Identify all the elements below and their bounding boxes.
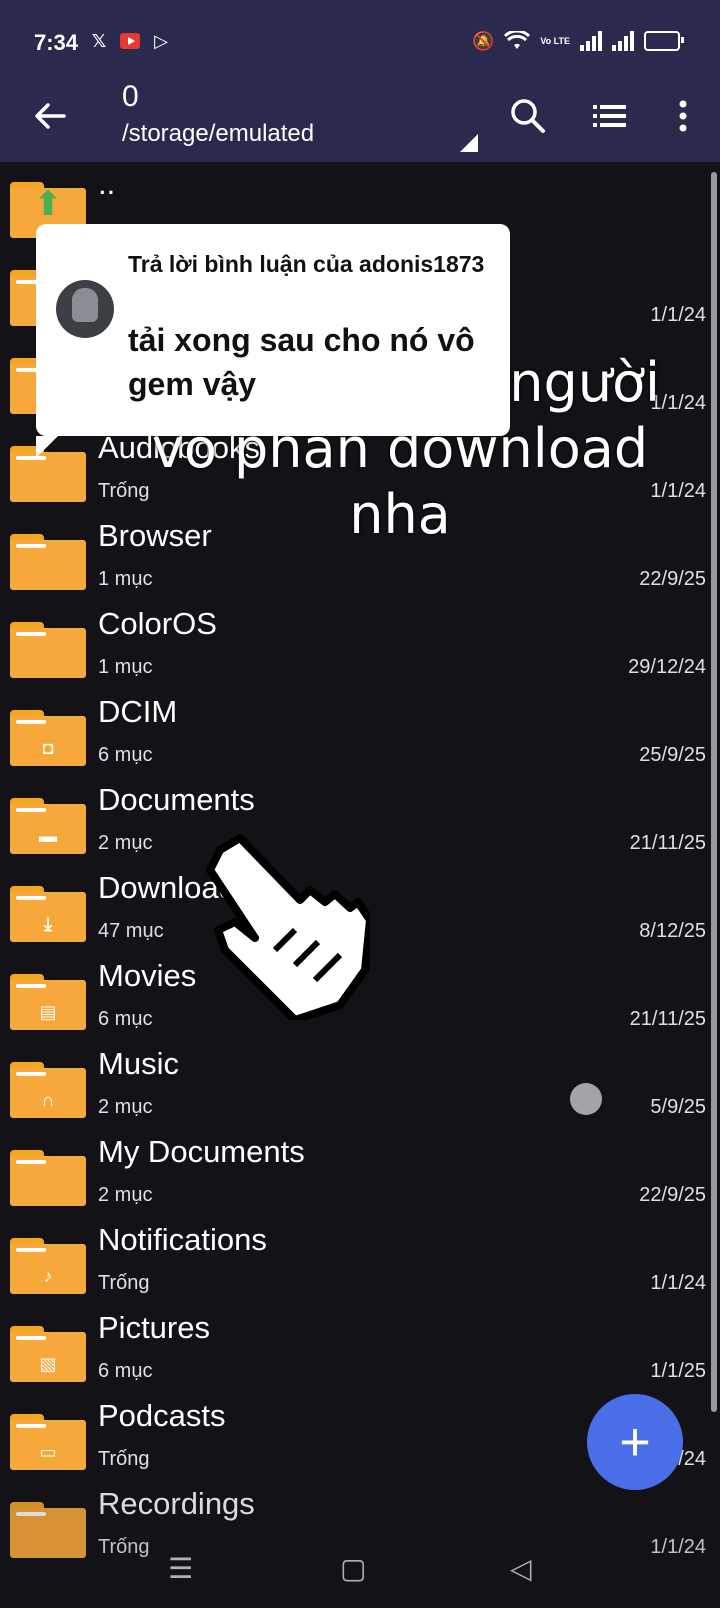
bell-icon: ♪ (43, 1265, 53, 1286)
wifi-icon (504, 31, 531, 49)
status-left-icons: 𝕏 ▷ (88, 30, 172, 52)
current-path[interactable]: /storage/emulated (122, 120, 314, 148)
signal-icon (612, 31, 634, 51)
file-date: 25/9/25 (639, 744, 706, 766)
file-name: Documents (98, 782, 255, 817)
file-name: My Documents (98, 1134, 305, 1169)
list-view-icon[interactable] (590, 96, 630, 136)
avatar (56, 280, 114, 338)
file-item-count: 6 mục (98, 1360, 153, 1382)
list-item[interactable]: ColorOS 1 mục 29/12/24 (0, 602, 710, 692)
file-item-count: 2 mục (98, 832, 153, 854)
list-item[interactable]: My Documents 2 mục 22/9/25 (0, 1130, 710, 1220)
file-name: Movies (98, 958, 197, 993)
status-bar: 7:34 𝕏 ▷ 🔕 Vo LTE (0, 0, 720, 80)
file-date: 29/12/24 (628, 656, 706, 678)
file-date: 5/9/25 (650, 1096, 706, 1118)
mute-icon: 🔕 (472, 30, 495, 51)
folder-icon: ▬ (10, 798, 86, 854)
battery-icon (644, 31, 684, 51)
list-item[interactable]: ▧ Pictures 6 mục 1/1/25 (0, 1306, 710, 1396)
status-time: 7:34 (34, 30, 79, 55)
selection-count: 0 (122, 80, 139, 113)
hand-pointer-icon (206, 834, 370, 1020)
file-date: 8/12/25 (639, 920, 706, 942)
list-item[interactable]: ♪ Notifications Trống 1/1/24 (0, 1218, 710, 1308)
list-item[interactable]: ∩ Music 2 mục 5/9/25 (0, 1042, 710, 1132)
comment-reply-bubble: Trả lời bình luận của adonis1873 tải xon… (36, 224, 510, 458)
more-options-icon[interactable] (668, 96, 698, 136)
file-date: 1/1/24 (650, 1272, 706, 1294)
chat-icon: ▭ (39, 1441, 57, 1462)
file-item-count: 1 mục (98, 656, 153, 678)
file-date: 22/9/25 (639, 568, 706, 590)
file-date: 1/1/25 (650, 1360, 706, 1382)
folder-icon (10, 1150, 86, 1206)
clapper-icon: ▤ (39, 1001, 57, 1022)
up-arrow-icon: ⬆ (33, 185, 63, 223)
file-item-count: 6 mục (98, 744, 153, 766)
touch-indicator (570, 1083, 602, 1115)
file-date: 22/9/25 (639, 1184, 706, 1206)
scrollbar[interactable] (711, 172, 717, 1412)
camera-icon: ◘ (42, 737, 54, 758)
folder-icon: ◘ (10, 710, 86, 766)
file-item-count: 47 mục (98, 920, 164, 942)
list-item[interactable]: ◘ DCIM 6 mục 25/9/25 (0, 690, 710, 780)
download-icon: ⤓ (44, 913, 52, 934)
folder-icon (10, 534, 86, 590)
file-date: 21/11/25 (629, 1008, 706, 1030)
file-name: ColorOS (98, 606, 217, 641)
file-name: Recordings (98, 1486, 255, 1521)
search-icon[interactable] (508, 96, 548, 136)
headphones-icon: ∩ (41, 1089, 55, 1110)
comment-body: tải xong sau cho nó vô gem vậy (128, 322, 475, 402)
file-item-count: Trống (98, 1448, 150, 1470)
file-name: Music (98, 1046, 179, 1081)
file-item-count: 2 mục (98, 1184, 153, 1206)
file-date: 21/11/25 (629, 832, 706, 854)
home-icon[interactable]: ▢ (340, 1552, 366, 1585)
nav-bar: ☰ ▢ ◁ (0, 1540, 720, 1608)
file-name: Pictures (98, 1310, 210, 1345)
x-icon: 𝕏 (91, 30, 107, 51)
youtube-icon (120, 33, 140, 49)
file-name: DCIM (98, 694, 178, 729)
add-button[interactable]: + (587, 1394, 683, 1490)
file-item-count: 2 mục (98, 1096, 153, 1118)
volte-icon: Vo LTE (540, 35, 570, 46)
folder-icon: ▭ (10, 1414, 86, 1470)
briefcase-icon: ▬ (39, 825, 57, 846)
folder-icon: ♪ (10, 1238, 86, 1294)
folder-icon: ▤ (10, 974, 86, 1030)
folder-icon (10, 622, 86, 678)
caption-line-3: nha (349, 483, 451, 546)
file-date: 1/1/24 (650, 304, 706, 326)
file-item-count: 1 mục (98, 568, 153, 590)
play-store-icon: ▷ (154, 30, 168, 51)
comment-header: Trả lời bình luận của adonis1873 (128, 251, 485, 277)
back-arrow-icon[interactable] (28, 94, 72, 138)
app-bar: 0 /storage/emulated (0, 80, 720, 162)
file-item-count: Trống (98, 1272, 150, 1294)
status-right-icons: 🔕 Vo LTE (472, 30, 684, 52)
folder-icon: ▧ (10, 1326, 86, 1382)
file-name: Notifications (98, 1222, 267, 1257)
signal-icon (580, 31, 602, 51)
folder-icon: ⤓ (10, 886, 86, 942)
folder-icon: ∩ (10, 1062, 86, 1118)
recent-apps-icon[interactable]: ☰ (168, 1552, 193, 1585)
file-name: .. (98, 166, 116, 201)
file-item-count: 6 mục (98, 1008, 153, 1030)
file-name: Podcasts (98, 1398, 226, 1433)
path-dropdown-icon[interactable] (460, 134, 478, 152)
image-icon: ▧ (39, 1353, 57, 1374)
nav-back-icon[interactable]: ◁ (510, 1552, 532, 1585)
